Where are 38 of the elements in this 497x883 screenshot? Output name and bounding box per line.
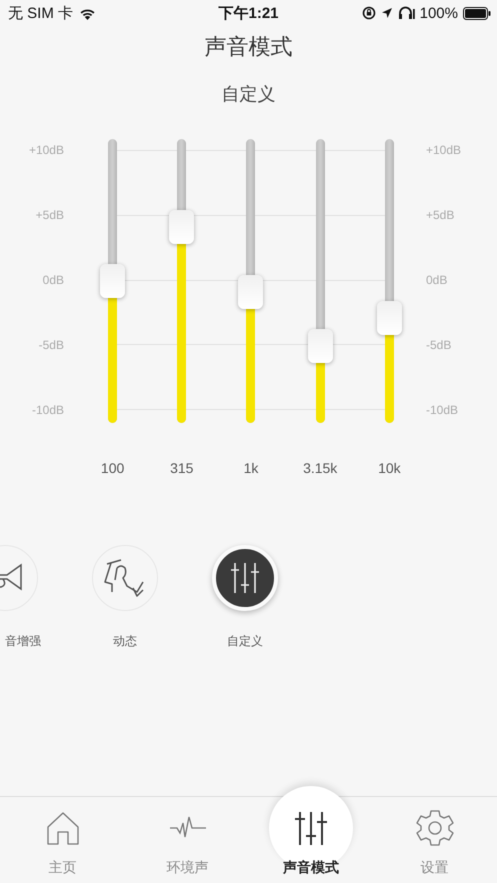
- battery-percent-text: 100%: [420, 4, 458, 22]
- frequency-label: 100: [100, 460, 124, 476]
- db-scale-label: +10dB: [28, 143, 64, 157]
- db-scale-label: -5dB: [426, 338, 452, 352]
- slider-thumb[interactable]: [100, 264, 126, 298]
- settings-icon: [416, 809, 454, 847]
- battery-icon: [463, 6, 491, 20]
- carrier-text: 无 SIM 卡: [8, 4, 74, 22]
- preset-name: 自定义: [220, 83, 276, 107]
- slider-thumb[interactable]: [238, 275, 264, 310]
- mode-option[interactable]: 音增强: [0, 545, 65, 649]
- headphones-icon: [398, 6, 415, 20]
- db-scale-label: +5dB: [426, 208, 454, 222]
- slider-thumb[interactable]: [169, 210, 194, 244]
- frequency-label: 1k: [244, 460, 258, 476]
- frequency-label: 10k: [378, 460, 401, 476]
- home-icon: [46, 811, 80, 845]
- wifi-icon: [79, 6, 96, 20]
- location-icon: [380, 7, 393, 19]
- frequency-label: 315: [170, 460, 194, 476]
- db-scale-label: -10dB: [32, 403, 64, 417]
- db-scale-label: +10dB: [426, 143, 462, 157]
- clock-text: 下午1:21: [218, 4, 279, 22]
- sliders-icon: [228, 561, 262, 595]
- mode-option[interactable]: 自定义: [185, 545, 305, 649]
- page-title: 声音模式: [204, 34, 294, 62]
- frequency-label: 3.15k: [303, 460, 338, 476]
- slider-thumb[interactable]: [376, 300, 402, 335]
- db-scale-label: -10dB: [426, 403, 458, 417]
- db-scale-label: 0dB: [426, 273, 448, 287]
- db-scale-label: +5dB: [36, 208, 64, 222]
- rotation-lock-icon: [362, 6, 376, 20]
- db-scale-label: 0dB: [42, 273, 64, 287]
- slider-thumb[interactable]: [308, 329, 333, 364]
- db-scale-label: -5dB: [38, 338, 64, 352]
- sliders-icon: [294, 810, 328, 846]
- mode-option[interactable]: 动态: [65, 545, 185, 649]
- tab[interactable]: 声音模式: [250, 786, 372, 883]
